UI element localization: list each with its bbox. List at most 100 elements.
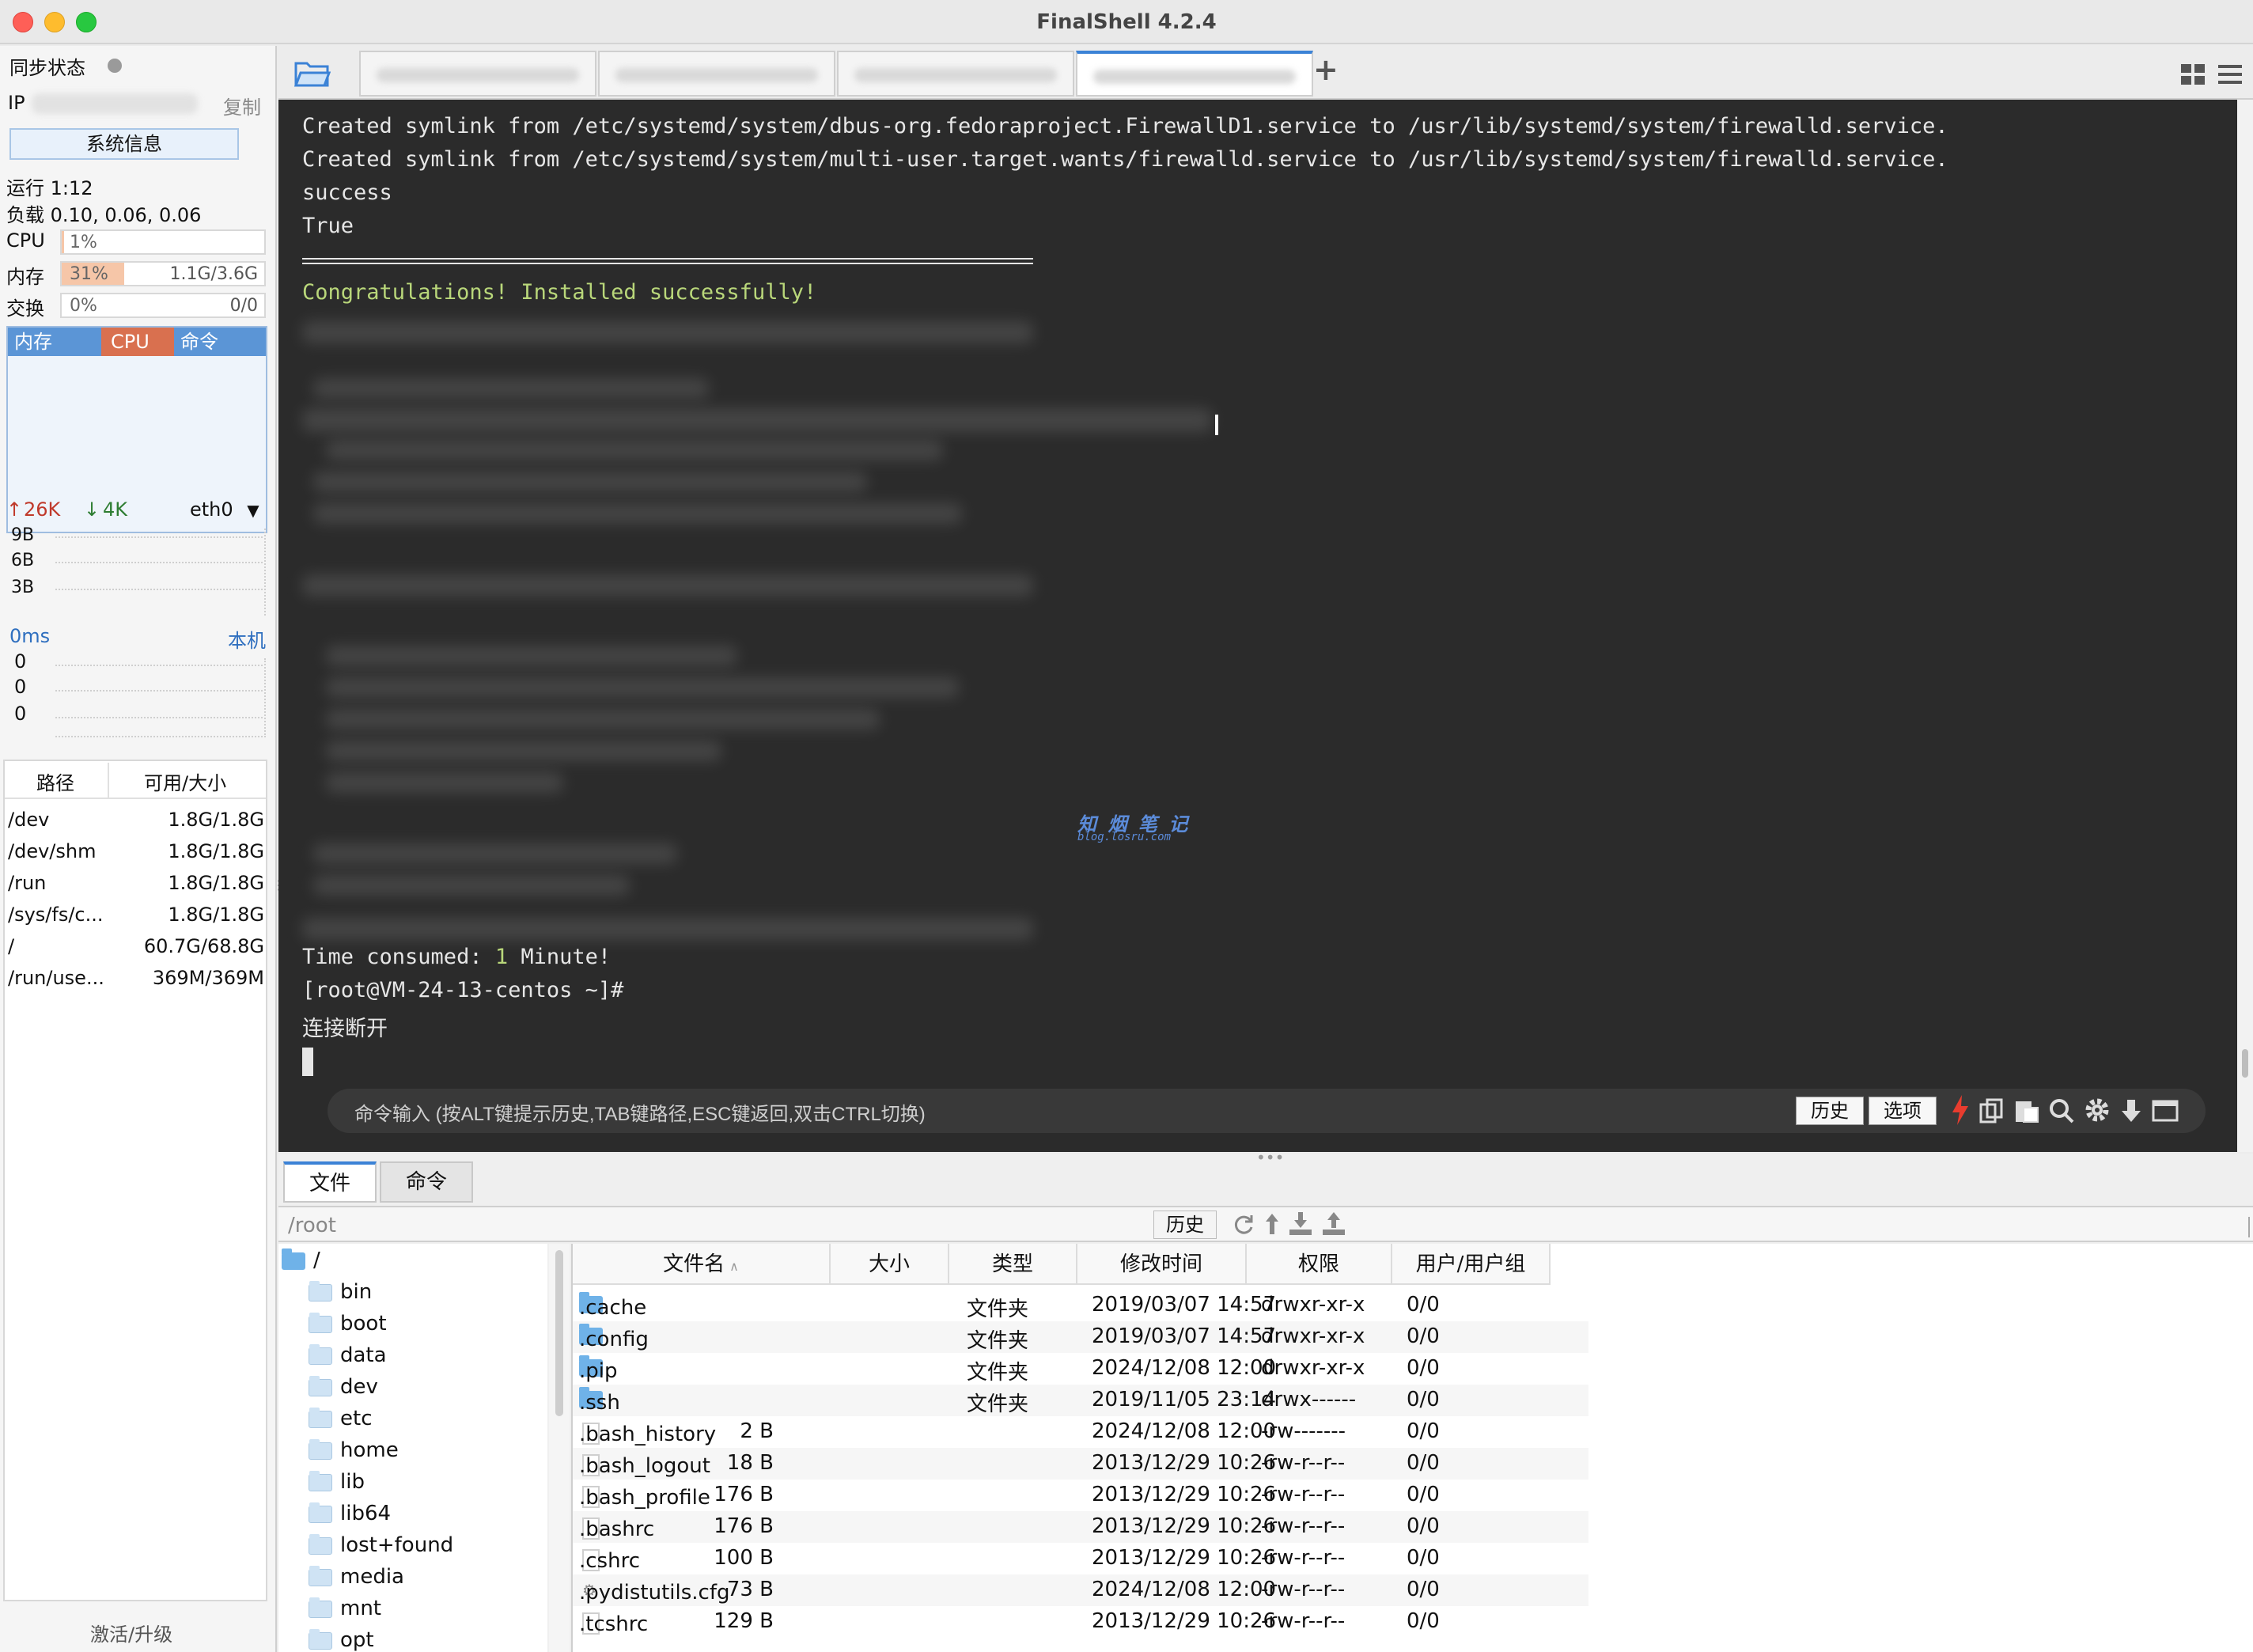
- tree-item[interactable]: dev: [309, 1375, 378, 1399]
- folder-icon: [309, 1597, 332, 1618]
- file-owner: 0/0: [1407, 1324, 1440, 1348]
- lightning-icon[interactable]: [1951, 1095, 1970, 1128]
- parent-folder-icon[interactable]: [1264, 1212, 1280, 1239]
- disk-table-row[interactable]: /run/use... 369M/369M: [3, 962, 264, 994]
- disk-table-row[interactable]: /dev/shm 1.8G/1.8G: [3, 835, 264, 867]
- net-interface-select[interactable]: eth0 ▼: [190, 498, 259, 521]
- redacted-output: [326, 709, 880, 729]
- tree-item[interactable]: bin: [309, 1280, 372, 1304]
- file-mtime: 2024/12/08 12:00: [1092, 1419, 1277, 1443]
- tree-item[interactable]: data: [309, 1343, 387, 1367]
- disk-path: /sys/fs/c...: [8, 904, 104, 926]
- terminal-scrollbar-thumb[interactable]: [2242, 1049, 2248, 1078]
- file-manager-pane: ••• 文件 命令 /root 历史 / bin boot data dev etc hom…: [278, 1150, 2253, 1652]
- file-row[interactable]: .bash_profile 176 B 2013/12/29 10:26 -rw-r-…: [573, 1480, 1588, 1511]
- file-row[interactable]: .cache 文件夹 2019/03/07 14:57 drwxr-xr-x 0/0: [573, 1290, 1588, 1321]
- current-path-input[interactable]: /root: [288, 1214, 336, 1237]
- command-input-bar[interactable]: 命令输入 (按ALT键提示历史,TAB键路径,ESC键返回,双击CTRL切换) …: [328, 1089, 2206, 1133]
- terminal-scrollbar[interactable]: [2237, 100, 2253, 1152]
- session-tab[interactable]: [359, 51, 596, 97]
- download-icon[interactable]: [1288, 1212, 1313, 1239]
- session-tab[interactable]: [837, 51, 1074, 97]
- search-icon[interactable]: [2049, 1098, 2074, 1127]
- file-name: .ssh: [579, 1391, 620, 1415]
- tree-item-label: lost+found: [340, 1533, 454, 1557]
- tree-scrollbar[interactable]: [549, 1244, 570, 1652]
- tree-item-label: media: [340, 1565, 404, 1589]
- column-header-mtime[interactable]: 修改时间: [1077, 1244, 1247, 1285]
- column-header-size[interactable]: 大小: [831, 1244, 949, 1285]
- file-row[interactable]: .bash_history 2 B 2024/12/08 12:00 -rw-----…: [573, 1416, 1588, 1448]
- column-header-name[interactable]: 文件名 ∧: [573, 1244, 831, 1285]
- gear-icon[interactable]: [2084, 1097, 2111, 1127]
- disk-table-row[interactable]: /dev 1.8G/1.8G: [3, 804, 264, 835]
- uptime-text: 运行 1:12: [6, 177, 93, 199]
- activate-upgrade-link[interactable]: 激活/升级: [90, 1619, 172, 1646]
- session-tab-active[interactable]: [1076, 51, 1313, 97]
- tree-item[interactable]: media: [309, 1565, 404, 1589]
- tree-scrollbar-thumb[interactable]: [555, 1250, 563, 1416]
- system-info-button[interactable]: 系统信息: [9, 128, 239, 160]
- refresh-icon[interactable]: [1233, 1214, 1255, 1239]
- tab-files[interactable]: 文件: [283, 1161, 377, 1203]
- command-history-button[interactable]: 历史: [1796, 1097, 1864, 1125]
- cpu-meter: 1%: [60, 229, 266, 255]
- file-row[interactable]: .ssh 文件夹 2019/11/05 23:14 drwx------ 0/0: [573, 1385, 1588, 1416]
- command-options-button[interactable]: 选项: [1869, 1097, 1937, 1125]
- file-row[interactable]: ⚙ .pydistutils.cfg 73 B 2024/12/08 12:00 -rw…: [573, 1574, 1588, 1606]
- tree-item[interactable]: boot: [309, 1312, 387, 1336]
- file-row[interactable]: .tcshrc 129 B 2013/12/29 10:26 -rw-r--r-- 0/…: [573, 1606, 1588, 1638]
- open-folder-icon[interactable]: [293, 59, 331, 90]
- path-history-button[interactable]: 历史: [1153, 1211, 1217, 1239]
- scroll-down-icon[interactable]: [2119, 1098, 2144, 1127]
- memory-size: 1.1G/3.6G: [169, 264, 258, 284]
- file-row[interactable]: .bash_logout 18 B 2013/12/29 10:26 -rw-r--r…: [573, 1448, 1588, 1480]
- column-header-owner[interactable]: 用户/用户组: [1392, 1244, 1551, 1285]
- copy-icon[interactable]: [1979, 1098, 2005, 1127]
- pane-resize-handle[interactable]: •••: [1256, 1150, 1284, 1165]
- file-size: 176 B: [714, 1514, 774, 1538]
- tree-item[interactable]: lib: [309, 1470, 365, 1494]
- ping-target[interactable]: 本机: [228, 625, 266, 653]
- grid-view-icon[interactable]: [2180, 63, 2206, 89]
- disk-table-row[interactable]: /run 1.8G/1.8G: [3, 867, 264, 899]
- disk-table-row[interactable]: / 60.7G/68.8G: [3, 930, 264, 962]
- disk-header-size[interactable]: 可用/大小: [144, 767, 226, 795]
- file-row[interactable]: .cshrc 100 B 2013/12/29 10:26 -rw-r--r-- 0/0: [573, 1543, 1588, 1574]
- copy-ip-link[interactable]: 复制: [223, 92, 261, 119]
- tree-item[interactable]: lib64: [309, 1502, 391, 1525]
- paste-icon[interactable]: [2014, 1098, 2039, 1127]
- command-input-placeholder[interactable]: 命令输入 (按ALT键提示历史,TAB键路径,ESC键返回,双击CTRL切换): [354, 1098, 926, 1126]
- file-row[interactable]: .bashrc 176 B 2013/12/29 10:26 -rw-r--r-- 0/…: [573, 1511, 1588, 1543]
- ping-graph-gridline: [55, 736, 263, 737]
- tab-commands[interactable]: 命令: [380, 1161, 473, 1203]
- process-tab-command[interactable]: 命令: [174, 328, 266, 356]
- maximize-terminal-icon[interactable]: [2152, 1100, 2179, 1125]
- tree-item[interactable]: mnt: [309, 1597, 381, 1620]
- path-bar: /root 历史: [278, 1206, 2253, 1242]
- process-tab-memory[interactable]: 内存: [8, 328, 101, 356]
- tree-item[interactable]: opt: [309, 1628, 374, 1652]
- session-tab-title-blurred: [377, 68, 579, 82]
- file-row[interactable]: .pip 文件夹 2024/12/08 12:00 drwxr-xr-x 0/0: [573, 1353, 1588, 1385]
- directory-tree[interactable]: / bin boot data dev etc home lib lib64 lost+found…: [278, 1244, 547, 1652]
- file-name: .cshrc: [579, 1549, 640, 1573]
- tree-item[interactable]: home: [309, 1438, 399, 1462]
- menu-icon[interactable]: [2218, 63, 2242, 89]
- disk-table-row[interactable]: /sys/fs/c... 1.8G/1.8G: [3, 899, 264, 930]
- tree-item-label: boot: [340, 1312, 387, 1336]
- tree-item-label: lib64: [340, 1502, 392, 1525]
- process-tab-cpu[interactable]: CPU: [101, 328, 174, 356]
- tree-item-root[interactable]: /: [282, 1248, 320, 1272]
- terminal[interactable]: Created symlink from /etc/systemd/system…: [278, 100, 2237, 1152]
- upload-icon[interactable]: [1321, 1212, 1346, 1239]
- disk-header-path[interactable]: 路径: [36, 767, 74, 795]
- tree-item[interactable]: etc: [309, 1407, 373, 1430]
- file-name: .pip: [579, 1359, 618, 1383]
- tree-item[interactable]: lost+found: [309, 1533, 453, 1557]
- add-tab-button[interactable]: +: [1313, 52, 1339, 87]
- column-header-type[interactable]: 类型: [949, 1244, 1077, 1285]
- session-tab[interactable]: [598, 51, 835, 97]
- column-header-permissions[interactable]: 权限: [1247, 1244, 1392, 1285]
- file-row[interactable]: .config 文件夹 2019/03/07 14:57 drwxr-xr-x 0/0: [573, 1321, 1588, 1353]
